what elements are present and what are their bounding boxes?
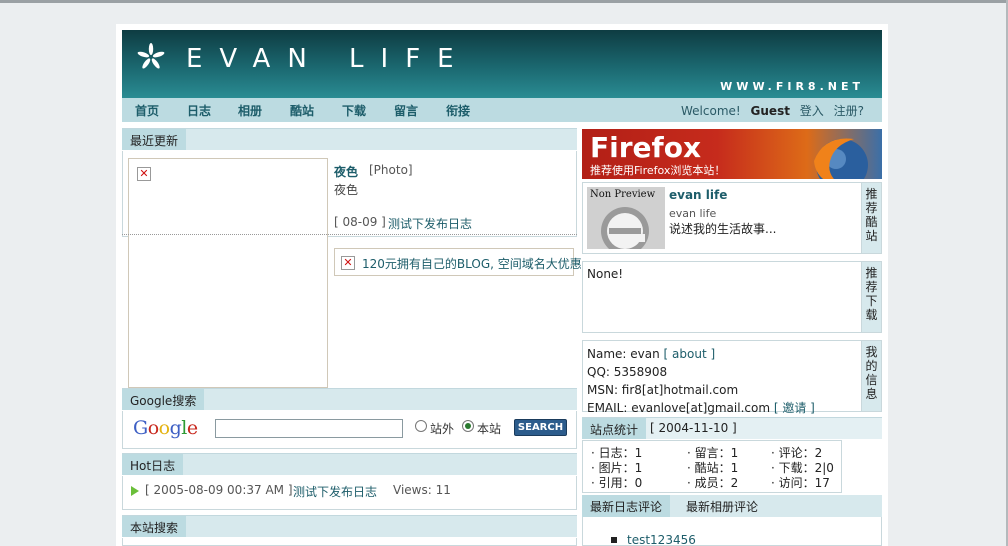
google-search-button[interactable]: SEARCH: [514, 419, 567, 436]
site-search-section-title: 本站搜索: [122, 516, 187, 537]
my-info-box: Name: evan [ about ] QQ: 5358908 MSN: fi…: [582, 340, 882, 415]
stats-date: [ 2004-11-10 ]: [650, 421, 737, 435]
about-link[interactable]: [ about ]: [664, 347, 716, 361]
header-banner: EVAN LIFE WWW.FIR8.NET: [122, 30, 882, 98]
cool-site-name[interactable]: evan life: [669, 188, 727, 202]
radio-site-label: 本站: [477, 422, 502, 436]
radio-site[interactable]: [462, 420, 474, 432]
stat-members: · 成员：2: [687, 476, 739, 490]
register-link[interactable]: 注册?: [834, 104, 864, 118]
stat-visits: · 访问：17: [771, 476, 830, 490]
recent-post-link[interactable]: 测试下发布日志: [388, 215, 472, 232]
flower-logo-icon: [137, 43, 165, 69]
guest-username: Guest: [750, 104, 790, 118]
comments-tab-strip: 最新日志评论 最新相册评论: [582, 495, 882, 517]
radio-outside[interactable]: [415, 420, 427, 432]
nav-home[interactable]: 首页: [135, 102, 159, 119]
nav-album[interactable]: 相册: [238, 102, 262, 119]
download-text: None!: [587, 267, 624, 281]
hot-post-link[interactable]: 测试下发布日志: [293, 483, 377, 500]
nav-links[interactable]: 衔接: [446, 102, 470, 119]
nav-blog[interactable]: 日志: [187, 102, 211, 119]
nav-coolsite[interactable]: 酷站: [290, 102, 314, 119]
blog-page: EVAN LIFE WWW.FIR8.NET 首页 日志 相册 酷站 下载 留言…: [116, 24, 888, 546]
stats-section-title: 站点统计: [582, 418, 647, 439]
site-logo-text: EVAN LIFE: [186, 44, 471, 74]
recent-post-tag: [Photo]: [369, 163, 413, 177]
broken-image-icon: ✕: [137, 167, 151, 181]
google-section-title: Google搜索: [122, 389, 205, 410]
preview-label: Non Preview: [590, 189, 656, 200]
tab-blog-comments[interactable]: 最新日志评论: [582, 495, 671, 517]
hot-section-header: Hot日志: [122, 453, 577, 475]
firefox-globe-icon: [814, 138, 868, 179]
firefox-caption: 推荐使用Firefox浏览本站！: [590, 164, 726, 177]
google-logo: Google: [133, 417, 198, 439]
nav-download[interactable]: 下载: [342, 102, 366, 119]
recent-section-title: 最近更新: [122, 129, 187, 150]
hot-post-date: [ 2005-08-09 00:37 AM ]: [145, 483, 293, 497]
firefox-brand: Firefox: [590, 131, 702, 164]
recent-post-title[interactable]: 夜色: [334, 163, 358, 180]
ad-banner[interactable]: ✕ 120元拥有自己的BLOG, 空间域名大优惠: [334, 248, 582, 276]
site-search-box: [122, 538, 577, 546]
stats-section-header: 站点统计 [ 2004-11-10 ]: [582, 417, 882, 439]
hot-section-title: Hot日志: [122, 454, 184, 475]
cool-site-box: Non Preview evan life evan life 说述我的生活故事…: [582, 182, 882, 254]
login-link[interactable]: 登入: [800, 104, 824, 118]
stats-box: · 日志：1 · 留言：1 · 评论：2 · 图片：1 · 酷站：1 · 下载：…: [582, 440, 842, 493]
google-search-box: Google 站外 本站 SEARCH: [122, 411, 577, 449]
comments-list: test123456: [582, 517, 882, 546]
recent-post-desc: 夜色: [334, 183, 359, 197]
info-msn: MSN: fir8[at]hotmail.com: [587, 383, 739, 397]
play-arrow-icon: [131, 486, 139, 496]
hot-blog-box: [ 2005-08-09 00:37 AM ] 测试下发布日志 Views: 1…: [122, 476, 577, 510]
cool-site-subname: evan life: [669, 207, 717, 220]
firefox-banner[interactable]: Firefox 推荐使用Firefox浏览本站！: [582, 129, 882, 179]
broken-image-icon: ✕: [341, 256, 355, 270]
info-qq: QQ: 5358908: [587, 365, 668, 379]
cool-site-desc: 说述我的生活故事...: [669, 222, 777, 236]
site-url-text: WWW.FIR8.NET: [720, 80, 864, 93]
nav-guestbook[interactable]: 留言: [394, 102, 418, 119]
info-name: Name: evan: [587, 347, 660, 361]
radio-outside-label: 站外: [430, 422, 455, 436]
comment-item[interactable]: test123456: [627, 533, 696, 546]
divider: [122, 234, 577, 235]
recent-post-thumbnail[interactable]: ✕: [128, 158, 328, 388]
tab-album-comments[interactable]: 最新相册评论: [678, 495, 766, 517]
info-email: EMAIL: evanlove[at]gmail.com: [587, 401, 771, 415]
welcome-text: Welcome!: [681, 104, 741, 118]
recent-post-date: [ 08-09 ]: [334, 215, 386, 229]
main-nav: 首页 日志 相册 酷站 下载 留言 衔接 Welcome! Guest 登入 注…: [122, 98, 882, 122]
hot-post-views: Views: 11: [393, 483, 451, 497]
ad-text[interactable]: 120元拥有自己的BLOG, 空间域名大优惠: [362, 255, 582, 272]
download-box: None! 推荐下载: [582, 261, 882, 333]
bullet-icon: [611, 537, 617, 543]
stat-trackbacks: · 引用：0: [591, 476, 643, 490]
my-info-side-label: 我的信息: [861, 341, 881, 411]
recent-section-header: 最近更新: [122, 128, 577, 150]
cool-site-preview[interactable]: Non Preview: [587, 187, 665, 249]
cool-site-side-label: 推荐酷站: [861, 183, 881, 253]
user-welcome: Welcome! Guest 登入 注册?: [681, 102, 864, 119]
google-section-header: Google搜索: [122, 388, 577, 410]
site-search-section-header: 本站搜索: [122, 515, 577, 537]
invite-link[interactable]: [ 邀请 ]: [774, 401, 815, 415]
ie-logo-icon: [601, 207, 649, 249]
google-search-input[interactable]: [215, 419, 403, 438]
window-top-border: [0, 0, 1008, 3]
download-side-label: 推荐下载: [861, 262, 881, 332]
